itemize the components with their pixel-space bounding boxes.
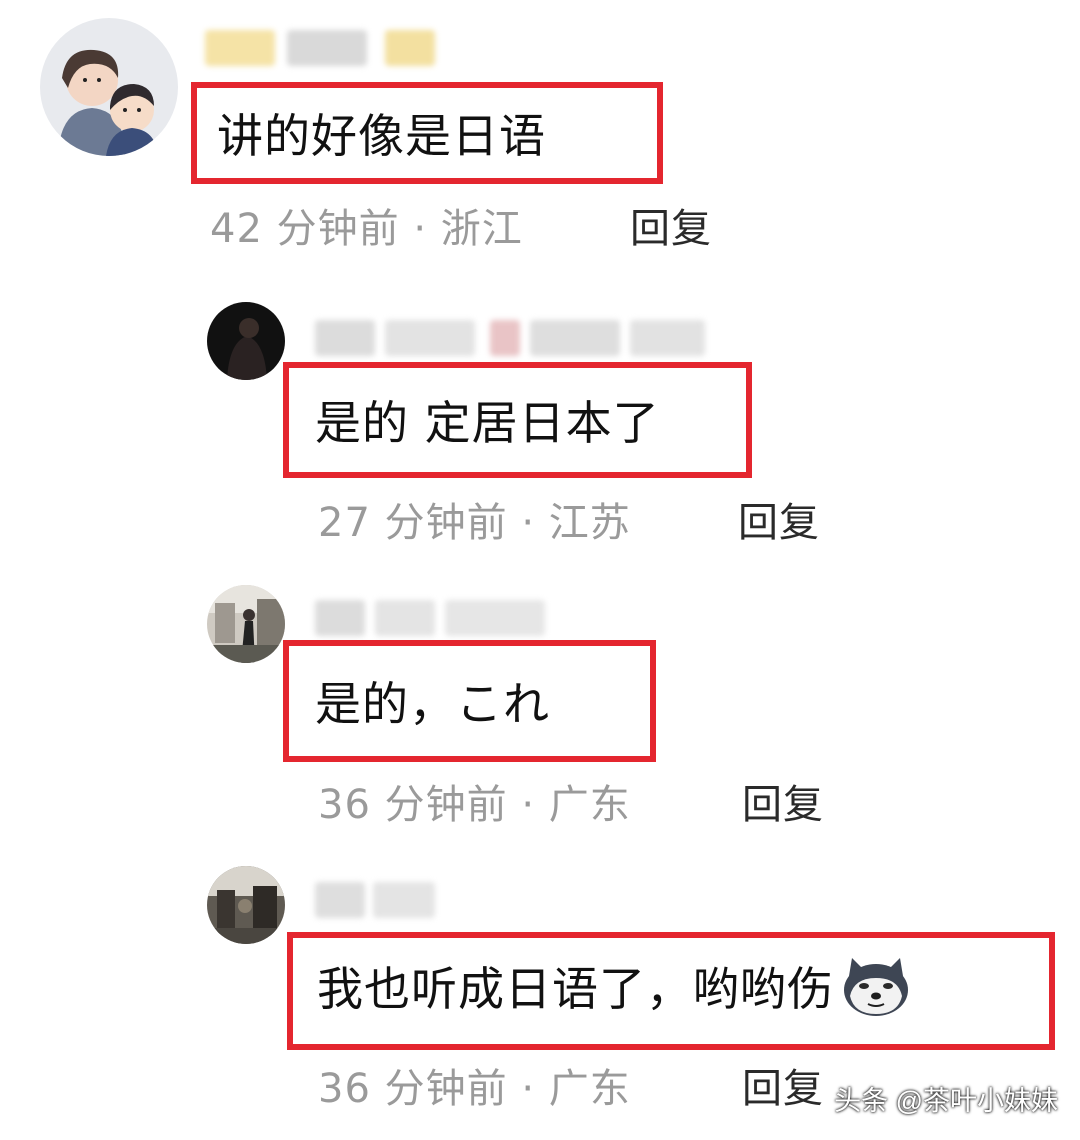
comment-meta: 36 分钟前 · 广东 [318,1056,631,1114]
avatar[interactable] [207,866,285,944]
location: 广东 [548,1066,631,1112]
comment-text-content: 我也听成日语了，哟哟伤 [317,962,834,1016]
username-blurred[interactable] [315,878,435,922]
doge-icon [840,956,912,1029]
comment-text: 我也听成日语了，哟哟伤 [317,953,912,1029]
comment-4: 我也听成日语了，哟哟伤 36 分钟前 · 广东 回复 [0,0,1080,1140]
separator: · [521,1066,536,1112]
watermark: 头条 @茶叶小妹妹 [834,1086,1058,1116]
comment-text-highlight: 我也听成日语了，哟哟伤 [287,932,1055,1050]
reply-button[interactable]: 回复 [742,1056,824,1114]
timestamp: 36 分钟前 [318,1066,508,1112]
